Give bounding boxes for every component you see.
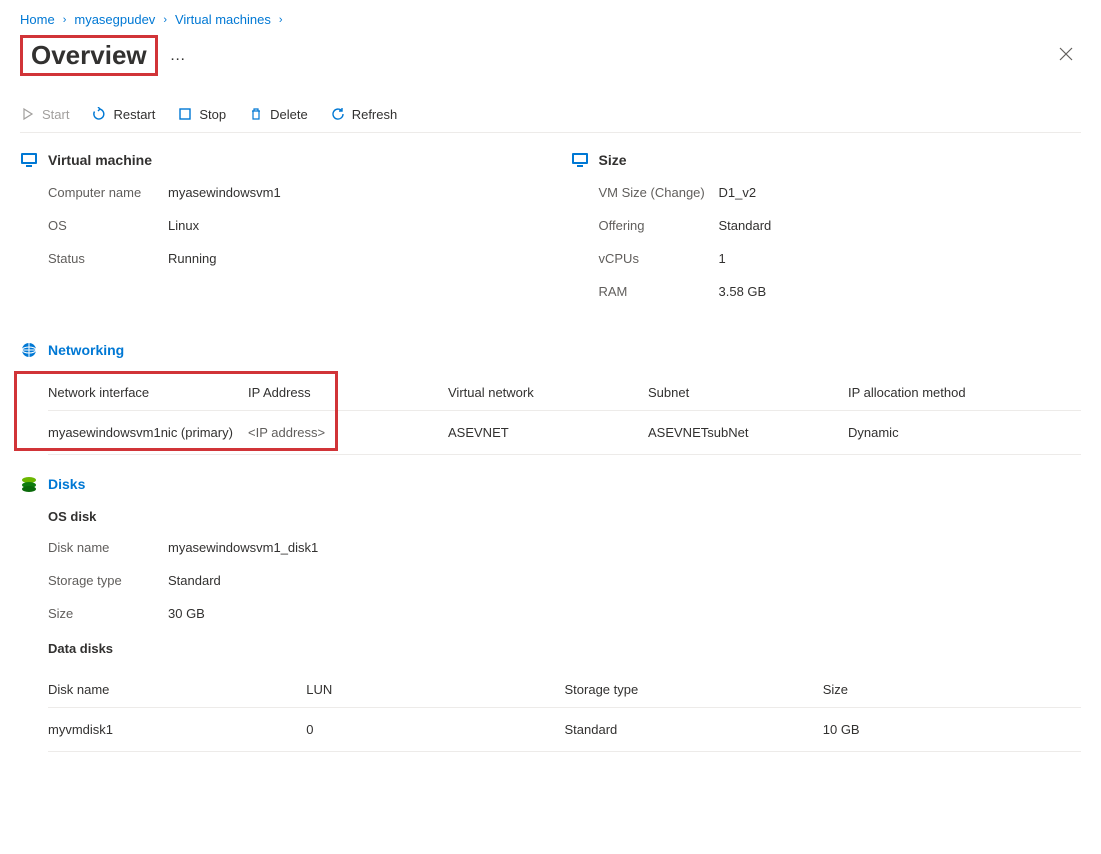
col-ip: IP Address (248, 375, 448, 411)
table-row: myvmdisk1 0 Standard 10 GB (48, 708, 1081, 752)
status-label: Status (48, 251, 168, 266)
networking-table: Network interface IP Address Virtual net… (48, 375, 1081, 455)
stop-button[interactable]: Stop (177, 106, 226, 122)
status-value: Running (168, 251, 216, 266)
play-icon (20, 106, 36, 122)
os-disk-size-value: 30 GB (168, 606, 205, 621)
vmsize-value: D1_v2 (719, 185, 757, 200)
close-button[interactable] (1051, 41, 1081, 70)
col-alloc: IP allocation method (848, 375, 1081, 411)
delete-button[interactable]: Delete (248, 106, 308, 122)
os-disk-storage-value: Standard (168, 573, 221, 588)
col-disk-name: Disk name (48, 672, 306, 708)
monitor-icon (20, 151, 38, 169)
vm-section-title: Virtual machine (48, 152, 152, 168)
col-subnet: Subnet (648, 375, 848, 411)
delete-icon (248, 106, 264, 122)
data-disks-subtitle: Data disks (48, 641, 1081, 656)
size-section-title: Size (599, 152, 627, 168)
os-disk-storage-label: Storage type (48, 573, 168, 588)
ram-value: 3.58 GB (719, 284, 767, 299)
breadcrumb-device[interactable]: myasegpudev (74, 12, 155, 27)
start-button: Start (20, 106, 69, 122)
more-icon[interactable]: … (170, 47, 188, 65)
size-section: Size VM Size (Change) D1_v2 OfferingStan… (571, 151, 1082, 317)
os-label: OS (48, 218, 168, 233)
breadcrumb-vms[interactable]: Virtual machines (175, 12, 271, 27)
subnet-value: ASEVNETsubNet (648, 411, 848, 455)
os-disk-size-label: Size (48, 606, 168, 621)
close-icon (1059, 47, 1073, 61)
page-header: Overview … (20, 35, 1081, 76)
breadcrumb-home[interactable]: Home (20, 12, 55, 27)
page-title: Overview (31, 40, 147, 70)
restart-button[interactable]: Restart (91, 106, 155, 122)
col-lun: LUN (306, 672, 564, 708)
ram-label: RAM (599, 284, 719, 299)
refresh-icon (330, 106, 346, 122)
chevron-right-icon: › (163, 14, 167, 26)
nic-value: myasewindowsvm1nic (primary) (48, 411, 248, 455)
os-disk-name-value: myasewindowsvm1_disk1 (168, 540, 318, 555)
ip-value: <IP address> (248, 411, 448, 455)
vmsize-label: VM Size (Change) (599, 185, 719, 200)
os-disk-subtitle: OS disk (48, 509, 1081, 524)
vcpus-value: 1 (719, 251, 726, 266)
table-row: myasewindowsvm1nic (primary) <IP address… (48, 411, 1081, 455)
refresh-button[interactable]: Refresh (330, 106, 398, 122)
col-size: Size (823, 672, 1081, 708)
vnet-value: ASEVNET (448, 411, 648, 455)
restart-icon (91, 106, 107, 122)
breadcrumb: Home › myasegpudev › Virtual machines › (20, 12, 1081, 27)
data-disks-table: Disk name LUN Storage type Size myvmdisk… (48, 672, 1081, 752)
network-icon (20, 341, 38, 359)
networking-title[interactable]: Networking (48, 342, 124, 358)
data-disk-storage: Standard (565, 708, 823, 752)
stop-icon (177, 106, 193, 122)
vm-section: Virtual machine Computer namemyasewindow… (20, 151, 531, 317)
os-disk-name-label: Disk name (48, 540, 168, 555)
data-disk-size: 10 GB (823, 708, 1081, 752)
col-storage: Storage type (565, 672, 823, 708)
offering-label: Offering (599, 218, 719, 233)
alloc-value: Dynamic (848, 411, 1081, 455)
toolbar: Start Restart Stop Delete Refresh (20, 96, 1081, 133)
data-disk-name: myvmdisk1 (48, 708, 306, 752)
change-link[interactable]: Change (655, 185, 701, 200)
disks-title[interactable]: Disks (48, 476, 85, 492)
disks-section: Disks OS disk Disk namemyasewindowsvm1_d… (20, 475, 1081, 752)
monitor-icon (571, 151, 589, 169)
vcpus-label: vCPUs (599, 251, 719, 266)
col-nic: Network interface (48, 375, 248, 411)
offering-value: Standard (719, 218, 772, 233)
computer-name-value: myasewindowsvm1 (168, 185, 281, 200)
chevron-right-icon: › (279, 14, 283, 26)
col-vnet: Virtual network (448, 375, 648, 411)
computer-name-label: Computer name (48, 185, 168, 200)
networking-section: Networking Network interface IP Address … (20, 341, 1081, 455)
os-value: Linux (168, 218, 199, 233)
chevron-right-icon: › (63, 14, 67, 26)
data-disk-lun: 0 (306, 708, 564, 752)
disks-icon (20, 475, 38, 493)
page-title-highlight: Overview (20, 35, 158, 76)
